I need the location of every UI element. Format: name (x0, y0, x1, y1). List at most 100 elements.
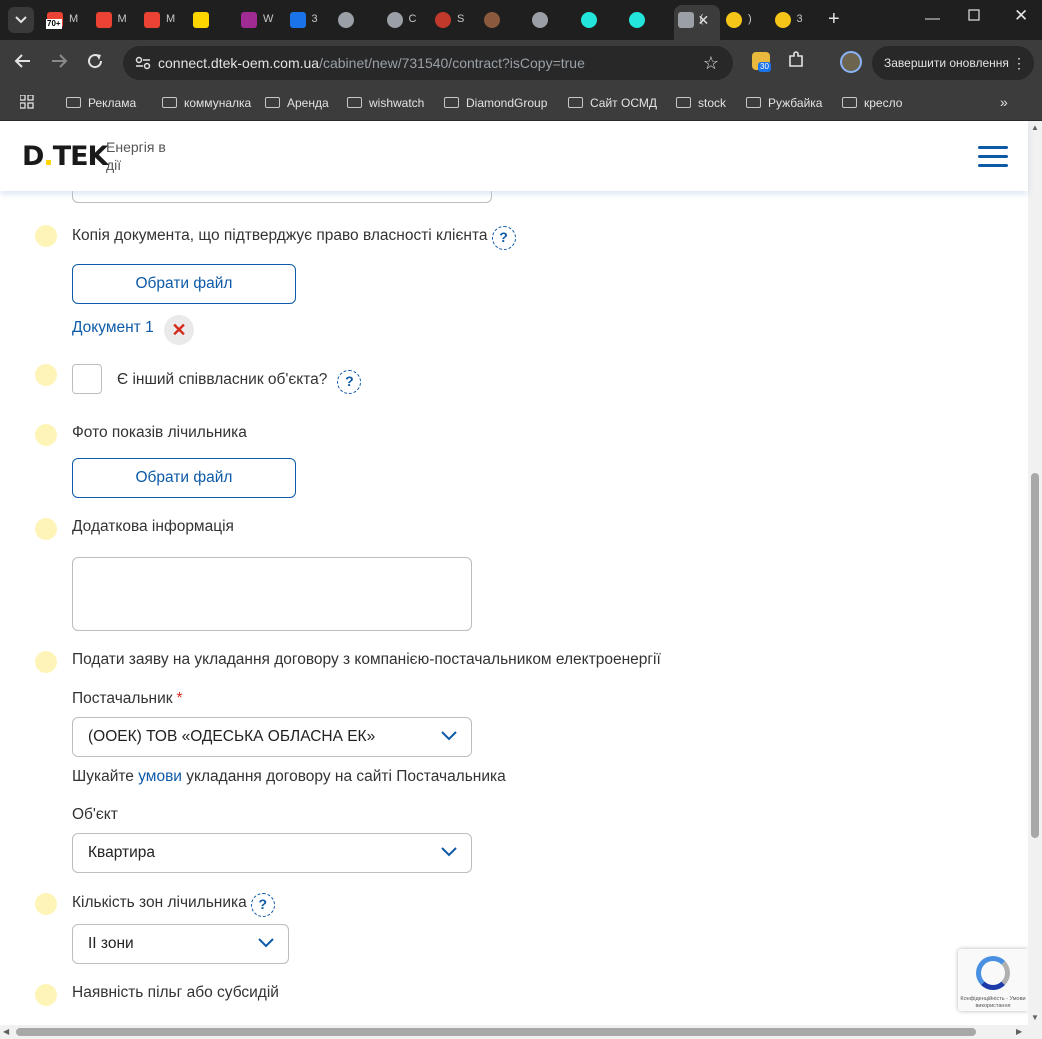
terms-link[interactable]: умови (138, 768, 182, 785)
browser-tab[interactable]: ) (722, 5, 769, 35)
bookmark-star-icon[interactable]: ☆ (703, 53, 719, 74)
close-tab-icon[interactable]: ✕ (698, 12, 710, 29)
ownership-doc-label: Копія документа, що підтверджує право вл… (72, 226, 516, 250)
browser-tab[interactable]: C (383, 5, 430, 35)
benefits-label: Наявність пільг або субсидій (72, 984, 279, 1001)
forward-button[interactable] (50, 52, 68, 74)
browser-tab[interactable]: M (140, 5, 187, 35)
bookmark-folder[interactable]: Сайт ОСМД (568, 93, 657, 113)
browser-tab[interactable] (334, 5, 381, 35)
co-owner-checkbox[interactable] (72, 364, 102, 394)
browser-tab[interactable]: W (237, 5, 284, 35)
step-marker (35, 225, 57, 247)
reload-button[interactable] (86, 52, 104, 74)
bookmark-folder[interactable]: Реклама (66, 93, 136, 113)
tab-title: 3 (311, 13, 318, 25)
browser-toolbar: connect.dtek-oem.com.ua/cabinet/new/7315… (0, 40, 1042, 85)
remove-document-icon[interactable]: ✕ (164, 315, 194, 345)
address-bar[interactable]: connect.dtek-oem.com.ua/cabinet/new/7315… (123, 46, 733, 80)
site-header: D.TEK Енергія в дії (0, 121, 1028, 191)
additional-info-textarea[interactable] (72, 557, 472, 631)
browser-tab[interactable] (528, 5, 575, 35)
browser-tab[interactable] (189, 5, 236, 35)
folder-icon (568, 97, 583, 108)
tab-title: 3 (796, 13, 803, 25)
bookmark-folder[interactable]: кресло (842, 93, 902, 113)
tab-search-button[interactable] (8, 7, 34, 33)
help-icon[interactable]: ? (250, 893, 275, 917)
tab-title: ) (748, 13, 752, 25)
help-icon[interactable]: ? (491, 226, 516, 250)
close-window-button[interactable]: ✕ (1014, 6, 1028, 26)
meter-zones-label: Кількість зон лічильника? (72, 893, 275, 917)
folder-icon (347, 97, 362, 108)
browser-tab[interactable]: 3 (286, 5, 333, 35)
more-menu-icon[interactable]: ⋮ (1012, 46, 1026, 80)
object-select[interactable]: Квартира (72, 833, 472, 873)
meter-zones-select[interactable]: II зони (72, 924, 289, 964)
browser-tab[interactable]: 3 (771, 5, 818, 35)
vertical-scrollbar[interactable]: ▲ ▼ (1028, 121, 1042, 1025)
document-link[interactable]: Документ 1 (72, 319, 154, 337)
minimize-button[interactable]: — (925, 10, 940, 27)
bookmark-label: stock (698, 96, 727, 110)
chevron-down-icon (258, 938, 274, 948)
browser-tab[interactable]: S (431, 5, 478, 35)
folder-icon (444, 97, 459, 108)
bookmark-folder[interactable]: Ружбайка (746, 93, 822, 113)
browser-tab[interactable] (625, 5, 672, 35)
apps-grid-icon[interactable] (20, 95, 34, 109)
supplier-selected-value: (ООЕК) ТОВ «ОДЕСЬКА ОБЛАСНА ЕК» (88, 728, 376, 745)
back-button[interactable] (14, 52, 32, 74)
browser-tab[interactable] (480, 5, 527, 35)
globe-icon (483, 12, 500, 28)
bookmark-folder[interactable]: коммуналка (162, 93, 251, 113)
bookmark-label: Сайт ОСМД (590, 96, 657, 110)
supplier-select[interactable]: (ООЕК) ТОВ «ОДЕСЬКА ОБЛАСНА ЕК» (72, 717, 472, 757)
extensions-puzzle-icon[interactable] (787, 51, 805, 74)
scroll-right-icon[interactable]: ▶ (1016, 1027, 1022, 1036)
ukraine-flag-icon (192, 12, 209, 28)
profile-avatar[interactable] (840, 51, 862, 73)
scroll-up-icon[interactable]: ▲ (1031, 123, 1039, 132)
finish-update-button[interactable]: Завершити оновлення ⋮ (872, 46, 1034, 80)
dtek-logo[interactable]: D.TEK (22, 141, 108, 172)
zones-selected-value: II зони (88, 935, 134, 952)
horizontal-scrollbar[interactable]: ◀ ▶ (0, 1025, 1042, 1039)
web-page: D.TEK Енергія в дії Копія документа, що … (0, 121, 1042, 1039)
tab-title: M (166, 13, 176, 25)
step-marker (35, 984, 57, 1006)
bookmark-folder[interactable]: stock (676, 93, 726, 113)
horizontal-scroll-thumb[interactable] (16, 1028, 976, 1036)
new-tab-button[interactable]: + (828, 8, 840, 30)
browser-tab[interactable]: 70+ M (43, 5, 90, 35)
bookmark-label: DiamondGroup (466, 96, 548, 110)
help-icon[interactable]: ? (337, 370, 362, 394)
bookmark-folder[interactable]: Аренда (265, 93, 329, 113)
gmail-icon (144, 12, 160, 28)
maximize-button[interactable] (968, 8, 980, 25)
page-icon (677, 12, 694, 28)
choose-file-button[interactable]: Обрати файл (72, 264, 296, 304)
browser-tab[interactable] (577, 5, 624, 35)
scroll-left-icon[interactable]: ◀ (3, 1027, 9, 1036)
bookmark-folder[interactable]: DiamondGroup (444, 93, 547, 113)
tab-strip: 70+ M M M W 3 C S (✕) 3 + — ✕ (0, 0, 1042, 40)
site-info-icon[interactable] (135, 55, 151, 71)
gmail-icon (95, 12, 112, 28)
recaptcha-badge[interactable]: Конфіденційність - Умови використання (958, 949, 1028, 1011)
logo-tagline: Енергія в дії (106, 139, 166, 173)
vertical-scroll-thumb[interactable] (1031, 473, 1039, 838)
bookmarks-overflow-icon[interactable]: » (1000, 94, 1008, 110)
extension-badge: 30 (758, 62, 771, 72)
bookmark-folder[interactable]: wishwatch (347, 93, 424, 113)
scroll-down-icon[interactable]: ▼ (1031, 1013, 1039, 1022)
step-marker (35, 651, 57, 673)
folder-icon (162, 97, 177, 108)
hamburger-menu-icon[interactable] (978, 146, 1008, 168)
extension-icon[interactable]: 30 (752, 52, 771, 72)
browser-tab[interactable]: (✕ (673, 5, 720, 40)
choose-file-button[interactable]: Обрати файл (72, 458, 296, 498)
browser-tab[interactable]: M (92, 5, 139, 35)
folder-icon (265, 97, 280, 108)
